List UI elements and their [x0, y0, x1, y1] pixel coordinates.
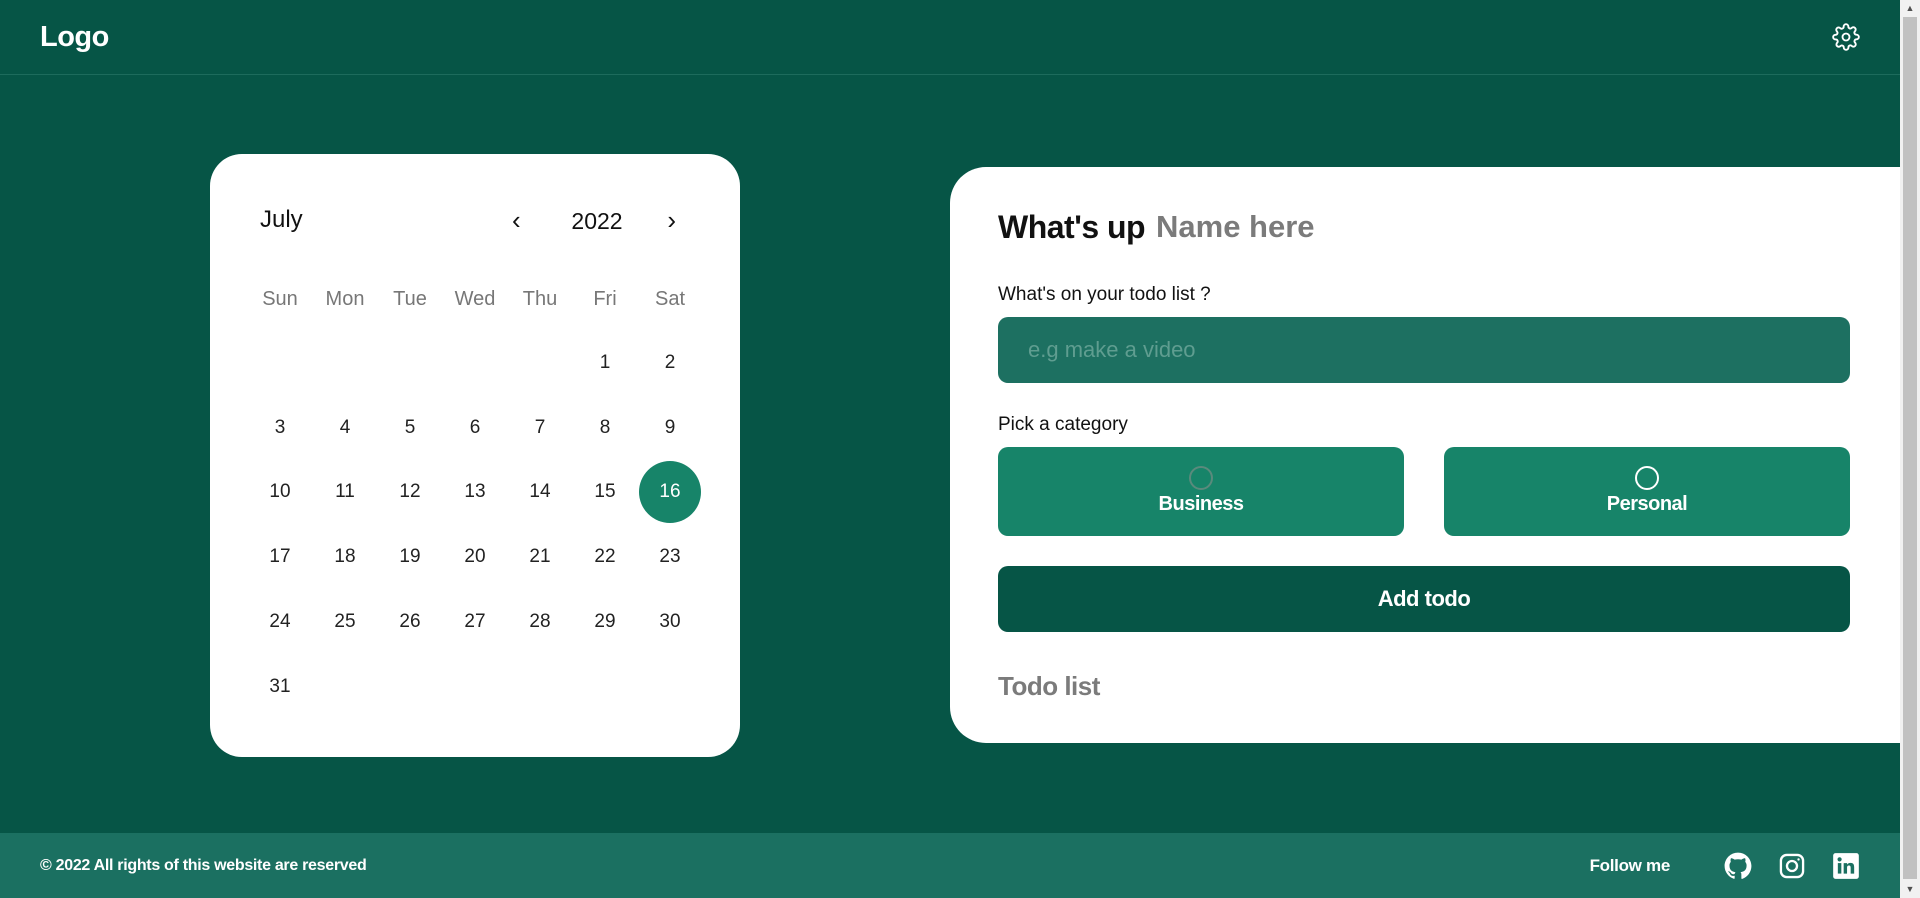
calendar-day[interactable]: 18 — [313, 526, 378, 588]
calendar-day[interactable]: 6 — [443, 397, 508, 459]
weekday-header: Thu — [522, 288, 558, 310]
todo-list-title: Todo list — [998, 671, 1100, 701]
scroll-up-arrow-icon[interactable]: ▲ — [1900, 0, 1920, 17]
weekday-header: Mon — [325, 288, 365, 310]
weekday-header: Wed — [454, 288, 496, 310]
logo[interactable]: Logo — [40, 21, 109, 54]
social-links: Follow me — [1590, 852, 1860, 880]
weekday-header: Sat — [654, 288, 686, 310]
weekday-header: Sun — [262, 288, 298, 310]
linkedin-icon[interactable] — [1832, 852, 1860, 880]
calendar-day[interactable]: 4 — [313, 397, 378, 459]
copyright-text: © 2022 All rights of this website are re… — [40, 856, 367, 874]
calendar-day[interactable]: 12 — [378, 461, 443, 523]
calendar-day[interactable]: 15 — [573, 461, 638, 523]
todo-input-label: What's on your todo list ? — [998, 284, 1211, 305]
business-radio[interactable] — [1189, 466, 1213, 490]
category-personal-label: Personal — [1606, 493, 1688, 515]
calendar-day[interactable]: 14 — [508, 461, 573, 523]
calendar: July ‹ 2022 › Sun Mon Tue Wed Thu Fri Sat 1 2 3 4 5… — [210, 154, 740, 757]
personal-radio[interactable] — [1635, 466, 1659, 490]
weekday-header: Fri — [593, 288, 617, 310]
category-personal[interactable]: Personal — [1444, 447, 1850, 536]
calendar-day[interactable]: 17 — [248, 526, 313, 588]
calendar-year: 2022 — [571, 208, 623, 234]
header: Logo — [0, 0, 1900, 75]
github-icon[interactable] — [1724, 852, 1752, 880]
calendar-day[interactable]: 28 — [508, 591, 573, 653]
calendar-day[interactable]: 8 — [573, 397, 638, 459]
follow-me-label: Follow me — [1589, 855, 1671, 875]
calendar-day-selected[interactable]: 16 — [639, 461, 701, 523]
footer: © 2022 All rights of this website are re… — [0, 833, 1900, 898]
category-business-label: Business — [1158, 493, 1244, 515]
calendar-day[interactable]: 31 — [248, 656, 313, 718]
category-business[interactable]: Business — [998, 447, 1404, 536]
calendar-header: July ‹ 2022 › — [260, 202, 690, 242]
greeting: What's up — [998, 209, 1146, 245]
scroll-down-arrow-icon[interactable]: ▼ — [1900, 881, 1920, 898]
add-todo-button[interactable]: Add todo — [998, 566, 1850, 632]
calendar-day[interactable]: 11 — [313, 461, 378, 523]
calendar-day[interactable]: 25 — [313, 591, 378, 653]
todo-input[interactable] — [998, 317, 1850, 383]
todo-card: What's up What's on your todo list ? Pic… — [950, 167, 1900, 743]
year-navigator: ‹ 2022 › — [504, 206, 690, 238]
calendar-day[interactable]: 9 — [638, 397, 703, 459]
gear-icon[interactable] — [1832, 23, 1860, 51]
calendar-day[interactable]: 29 — [573, 591, 638, 653]
calendar-day[interactable]: 20 — [443, 526, 508, 588]
calendar-day[interactable]: 27 — [443, 591, 508, 653]
calendar-day[interactable]: 5 — [378, 397, 443, 459]
next-year-button[interactable]: › — [667, 206, 676, 234]
calendar-day[interactable]: 2 — [638, 332, 703, 394]
calendar-day[interactable]: 23 — [638, 526, 703, 588]
calendar-day[interactable]: 24 — [248, 591, 313, 653]
calendar-month: July — [260, 206, 303, 233]
page-scrollbar[interactable]: ▲ ▼ — [1900, 0, 1920, 898]
calendar-day[interactable]: 1 — [573, 332, 638, 394]
calendar-day[interactable]: 30 — [638, 591, 703, 653]
calendar-day[interactable]: 19 — [378, 526, 443, 588]
calendar-day[interactable]: 21 — [508, 526, 573, 588]
instagram-icon[interactable] — [1778, 852, 1806, 880]
scrollbar-thumb[interactable] — [1903, 17, 1917, 879]
weekday-header: Tue — [393, 288, 427, 310]
category-label: Pick a category — [998, 414, 1128, 435]
calendar-day[interactable]: 10 — [248, 461, 313, 523]
calendar-day[interactable]: 13 — [443, 461, 508, 523]
calendar-day[interactable]: 7 — [508, 397, 573, 459]
calendar-day[interactable]: 22 — [573, 526, 638, 588]
calendar-day[interactable]: 26 — [378, 591, 443, 653]
name-input[interactable] — [1156, 205, 1556, 249]
calendar-day[interactable]: 3 — [248, 397, 313, 459]
